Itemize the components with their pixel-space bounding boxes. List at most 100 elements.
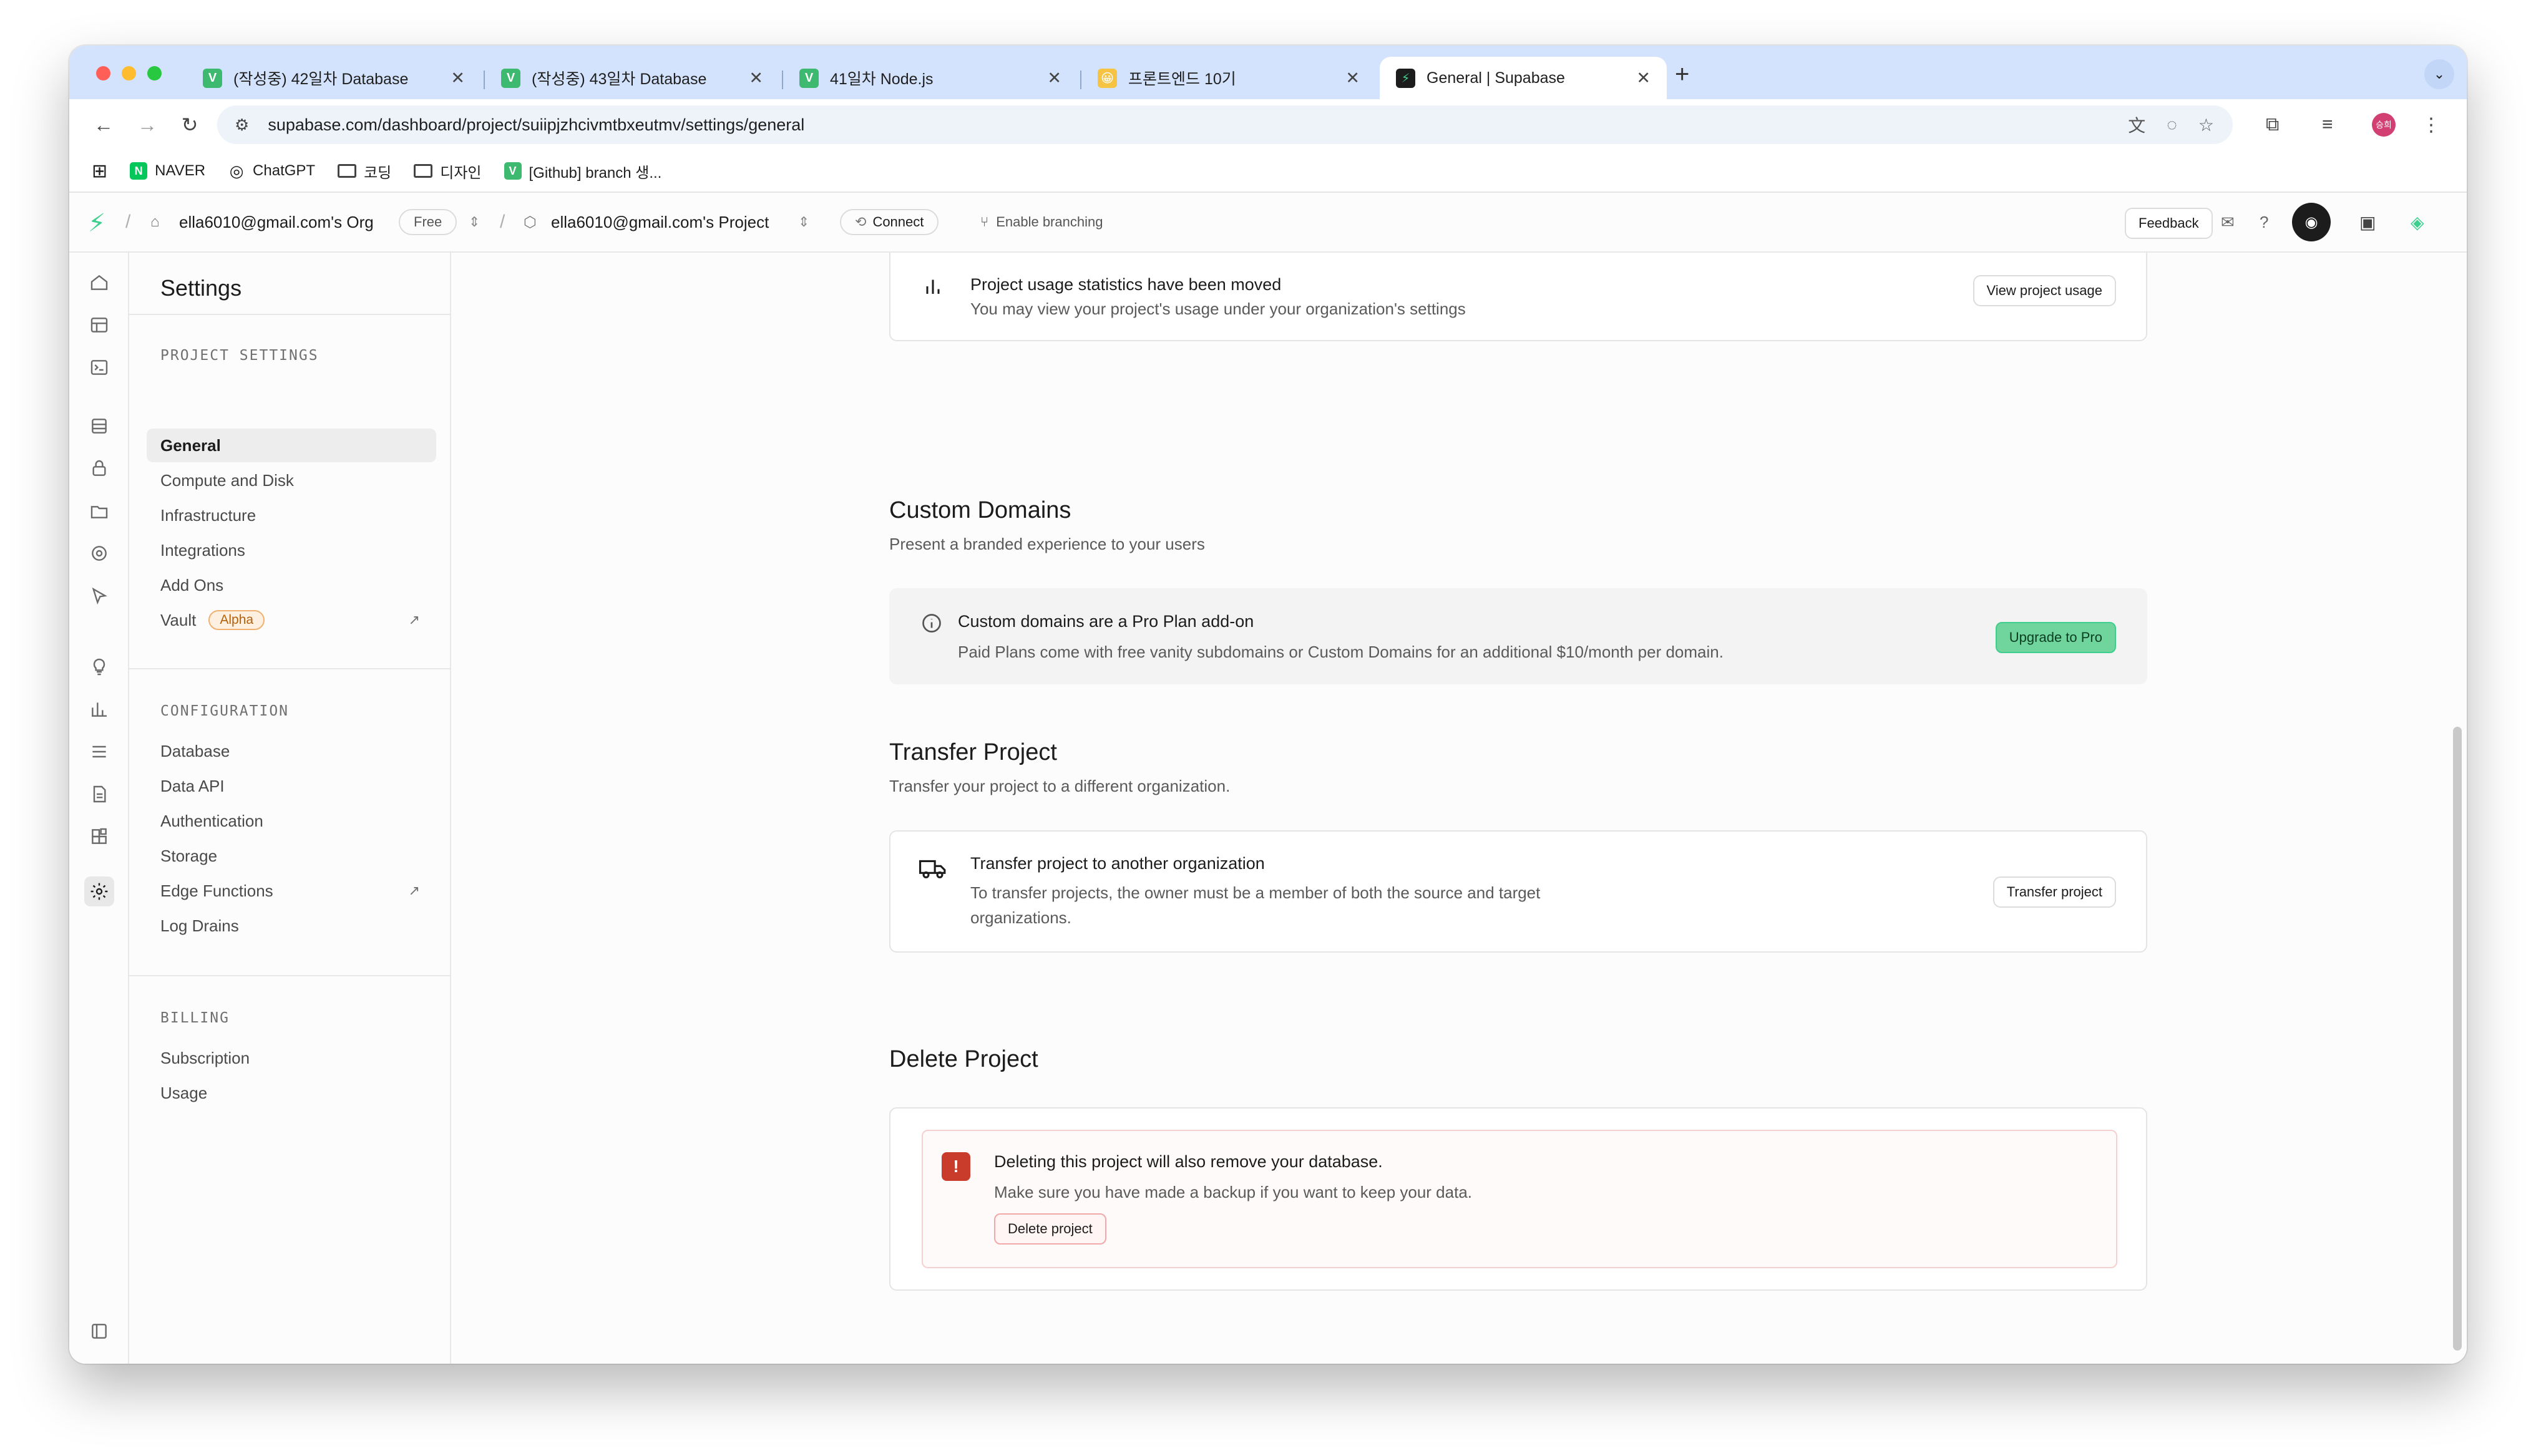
help-icon[interactable]: ?: [2260, 213, 2268, 232]
inbox-icon[interactable]: ✉: [2221, 213, 2235, 232]
bookmark-folder-design[interactable]: 디자인: [414, 160, 482, 182]
bookmark-label: 디자인: [440, 164, 482, 182]
url-text: supabase.com/dashboard/project/suiipjzhc…: [268, 115, 805, 134]
sidebar-item-authentication[interactable]: Authentication: [147, 804, 436, 838]
scrollbar-thumb[interactable]: [2453, 727, 2462, 1351]
branching-label: Enable branching: [996, 214, 1103, 230]
transfer-project-button[interactable]: Transfer project: [1992, 876, 2116, 908]
browser-tab[interactable]: 😀 프론트엔드 10기 ✕: [1081, 57, 1376, 99]
close-tab-icon[interactable]: ✕: [1636, 69, 1651, 88]
forward-arrow-icon[interactable]: →: [132, 109, 163, 140]
logs-icon[interactable]: [84, 737, 114, 767]
browser-tab[interactable]: V (작성중) 43일차 Database ✕: [485, 57, 779, 99]
reload-icon[interactable]: ↻: [174, 109, 205, 140]
storage-icon[interactable]: [84, 496, 114, 526]
sql-editor-icon[interactable]: [84, 352, 114, 382]
address-bar[interactable]: ⚙ supabase.com/dashboard/project/suiipjz…: [217, 105, 2233, 144]
project-switcher-chevron-icon[interactable]: ⇕: [798, 214, 809, 230]
close-tab-icon[interactable]: ✕: [749, 69, 763, 88]
browser-tab[interactable]: V 41일차 Node.js ✕: [783, 57, 1078, 99]
settings-gear-icon[interactable]: [84, 876, 114, 906]
external-link-icon: ↗: [408, 612, 420, 628]
sidebar-item-add-ons[interactable]: Add Ons: [147, 568, 436, 602]
authentication-icon[interactable]: [84, 454, 114, 483]
advisors-lightbulb-icon[interactable]: [84, 652, 114, 682]
collapse-sidebar-icon[interactable]: [84, 1316, 114, 1346]
sidebar-item-label: Add Ons: [160, 575, 224, 595]
sidebar-item-integrations[interactable]: Integrations: [147, 533, 436, 567]
close-tab-icon[interactable]: ✕: [1345, 69, 1360, 88]
sidebar-item-label: Log Drains: [160, 916, 239, 935]
tab-search-button[interactable]: ⌄: [2424, 59, 2454, 89]
transfer-card-description: To transfer projects, the owner must be …: [970, 880, 1540, 930]
sidebar-item-compute-and-disk[interactable]: Compute and Disk: [147, 463, 436, 497]
connect-button[interactable]: ⟲ Connect: [840, 209, 939, 235]
assistant-icon[interactable]: ◈: [2411, 212, 2424, 233]
site-info-icon[interactable]: ⚙: [235, 115, 249, 135]
bookmark-github-branch[interactable]: V [Github] branch 생...: [504, 160, 661, 182]
settings-main: Project usage statistics have been moved…: [451, 253, 2467, 1364]
maximize-window-button[interactable]: [147, 66, 162, 80]
api-docs-icon[interactable]: [84, 779, 114, 809]
enable-branching-button[interactable]: ⑂ Enable branching: [980, 214, 1103, 230]
integrations-icon[interactable]: [84, 822, 114, 852]
new-tab-button[interactable]: +: [1675, 61, 1689, 89]
custom-domains-notice-description: Paid Plans come with free vanity subdoma…: [958, 643, 1724, 661]
delete-warning-description: Make sure you have made a backup if you …: [994, 1183, 1473, 1201]
minimize-window-button[interactable]: [122, 66, 136, 80]
sidebar-item-data-api[interactable]: Data API: [147, 769, 436, 803]
close-tab-icon[interactable]: ✕: [451, 69, 465, 88]
translate-icon[interactable]: 文: [2128, 112, 2145, 137]
terminal-icon[interactable]: ▣: [2359, 212, 2376, 233]
extensions-icon[interactable]: ⧉: [2266, 109, 2279, 140]
delete-warning-title: Deleting this project will also remove y…: [994, 1152, 1383, 1171]
tab-title: (작성중) 42일차 Database: [233, 70, 409, 88]
sidebar-item-subscription[interactable]: Subscription: [147, 1041, 436, 1075]
browser-tab[interactable]: V (작성중) 42일차 Database ✕: [187, 57, 481, 99]
browser-menu-icon[interactable]: ⋮: [2422, 109, 2441, 140]
table-editor-icon[interactable]: [84, 310, 114, 340]
sidebar-item-log-drains[interactable]: Log Drains: [147, 909, 436, 943]
user-avatar[interactable]: ◉: [2292, 203, 2331, 241]
sidebar-item-vault[interactable]: Vault Alpha ↗: [147, 603, 436, 637]
apps-grid-icon[interactable]: ⊞: [92, 160, 107, 182]
home-icon[interactable]: [84, 268, 114, 298]
supabase-logo-icon[interactable]: ⚡: [88, 209, 105, 238]
reports-icon[interactable]: [84, 694, 114, 724]
feedback-button[interactable]: Feedback: [2125, 208, 2213, 239]
upgrade-to-pro-button[interactable]: Upgrade to Pro: [1995, 622, 2116, 653]
browser-tab-active[interactable]: ⚡ General | Supabase ✕: [1380, 57, 1667, 99]
close-window-button[interactable]: [96, 66, 110, 80]
bookmark-star-icon[interactable]: ☆: [2198, 115, 2214, 135]
bookmark-chatgpt[interactable]: ◎ ChatGPT: [228, 162, 315, 180]
sidebar-item-edge-functions[interactable]: Edge Functions ↗: [147, 874, 436, 908]
back-arrow-icon[interactable]: ←: [88, 109, 119, 140]
delete-project-button[interactable]: Delete project: [994, 1213, 1106, 1245]
project-name[interactable]: ella6010@gmail.com's Project: [551, 213, 769, 232]
sidebar-item-storage[interactable]: Storage: [147, 839, 436, 873]
browser-window: V (작성중) 42일차 Database ✕ V (작성중) 43일차 Dat…: [69, 46, 2467, 1364]
bookmark-folder-coding[interactable]: 코딩: [338, 160, 391, 182]
org-switcher-chevron-icon[interactable]: ⇕: [469, 214, 480, 230]
media-control-icon[interactable]: ≡: [2322, 109, 2333, 140]
edge-functions-icon[interactable]: [84, 581, 114, 611]
org-name[interactable]: ella6010@gmail.com's Org: [179, 213, 374, 232]
custom-domains-subheading: Present a branded experience to your use…: [889, 535, 1205, 553]
close-tab-icon[interactable]: ✕: [1047, 69, 1061, 88]
eye-off-icon[interactable]: ◌: [2167, 115, 2177, 135]
bookmark-naver[interactable]: N NAVER: [130, 162, 205, 180]
transfer-card-title: Transfer project to another organization: [970, 854, 1265, 873]
sidebar-item-infrastructure[interactable]: Infrastructure: [147, 498, 436, 532]
realtime-icon[interactable]: [84, 538, 114, 568]
bookmarks-bar: ⊞ N NAVER ◎ ChatGPT 코딩 디자인 V [Github] br…: [69, 150, 2467, 193]
sidebar-item-general[interactable]: General: [147, 429, 436, 462]
view-project-usage-button[interactable]: View project usage: [1973, 275, 2116, 306]
tab-favicon-icon: V: [203, 68, 222, 88]
sidebar-item-database[interactable]: Database: [147, 734, 436, 768]
sidebar-item-usage[interactable]: Usage: [147, 1076, 436, 1110]
transfer-project-card: Transfer project to another organization…: [889, 830, 2147, 953]
profile-avatar[interactable]: 승희: [2372, 109, 2396, 140]
sidebar-divider: [129, 668, 450, 669]
database-icon[interactable]: [84, 411, 114, 441]
sidebar-item-label: Subscription: [160, 1048, 250, 1067]
